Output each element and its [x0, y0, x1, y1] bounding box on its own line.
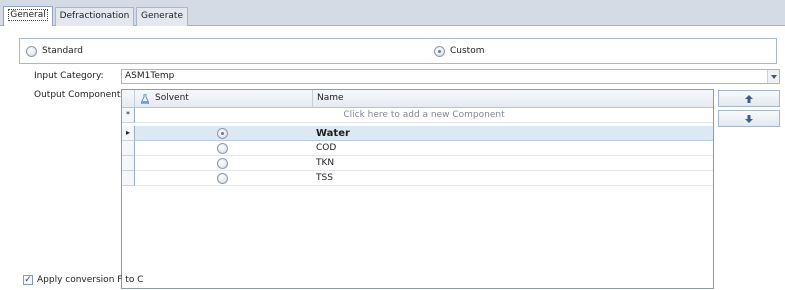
mode-radio-group: Standard Custom	[19, 38, 777, 64]
row-indicator	[122, 171, 135, 186]
component-name[interactable]: COD	[316, 141, 336, 156]
arrow-down-icon	[745, 114, 753, 123]
input-category-value: ASM1Temp	[125, 71, 175, 81]
grid-header-corner	[122, 90, 135, 108]
solvent-radio[interactable]	[217, 173, 228, 184]
custom-radio-option[interactable]: Custom	[434, 44, 484, 58]
component-name[interactable]: TSS	[316, 171, 333, 186]
tab-defractionation-label: Defractionation	[59, 11, 130, 21]
chevron-down-icon[interactable]	[767, 70, 779, 83]
output-components-label: Output Components:	[34, 90, 129, 100]
new-row-indicator: *	[122, 108, 135, 123]
column-header-solvent-label: Solvent	[155, 93, 189, 103]
standard-radio[interactable]	[26, 45, 37, 57]
arrow-up-icon	[745, 94, 753, 103]
component-name[interactable]: Water	[316, 126, 350, 141]
custom-radio-label: Custom	[450, 46, 485, 56]
table-row[interactable]: ▸ Water	[122, 126, 713, 141]
solvent-radio[interactable]	[217, 128, 228, 139]
column-header-name-label: Name	[317, 93, 344, 103]
new-row-prompt[interactable]: Click here to add a new Component	[135, 108, 713, 123]
table-row[interactable]: TKN	[122, 156, 713, 171]
input-category-select[interactable]: ASM1Temp	[121, 69, 780, 84]
custom-radio[interactable]	[434, 45, 445, 57]
solvent-radio[interactable]	[217, 158, 228, 169]
standard-radio-option[interactable]: Standard	[26, 44, 83, 58]
grid-header: Solvent Name	[122, 90, 713, 108]
row-indicator	[122, 141, 135, 156]
table-row[interactable]: COD	[122, 141, 713, 156]
new-component-row[interactable]: * Click here to add a new Component	[122, 108, 713, 123]
output-components-grid[interactable]: Solvent Name * Click here to add a new C…	[121, 89, 714, 289]
apply-conversion-checkbox[interactable]: ✓	[23, 275, 33, 285]
component-name[interactable]: TKN	[316, 156, 334, 171]
tab-general[interactable]: General	[3, 6, 53, 27]
tab-defractionation[interactable]: Defractionation	[55, 7, 134, 26]
input-category-label: Input Category:	[34, 71, 104, 81]
tab-generate-label: Generate	[140, 11, 184, 21]
apply-conversion-label[interactable]: Apply conversion F to C	[37, 275, 143, 285]
standard-radio-label: Standard	[42, 46, 83, 56]
move-down-button[interactable]	[718, 110, 780, 127]
table-row[interactable]: TSS	[122, 171, 713, 186]
column-header-solvent[interactable]: Solvent	[135, 90, 313, 108]
row-indicator	[122, 156, 135, 171]
flask-icon	[141, 94, 149, 104]
tab-generate[interactable]: Generate	[136, 7, 188, 26]
column-header-name[interactable]: Name	[313, 90, 713, 108]
move-up-button[interactable]	[718, 90, 780, 107]
tab-strip: General Defractionation Generate	[0, 0, 785, 27]
solvent-radio[interactable]	[217, 143, 228, 154]
current-row-indicator: ▸	[122, 126, 135, 141]
tab-general-label: General	[8, 9, 48, 21]
general-tab-content: Standard Custom Input Category: ASM1Temp…	[0, 26, 785, 290]
